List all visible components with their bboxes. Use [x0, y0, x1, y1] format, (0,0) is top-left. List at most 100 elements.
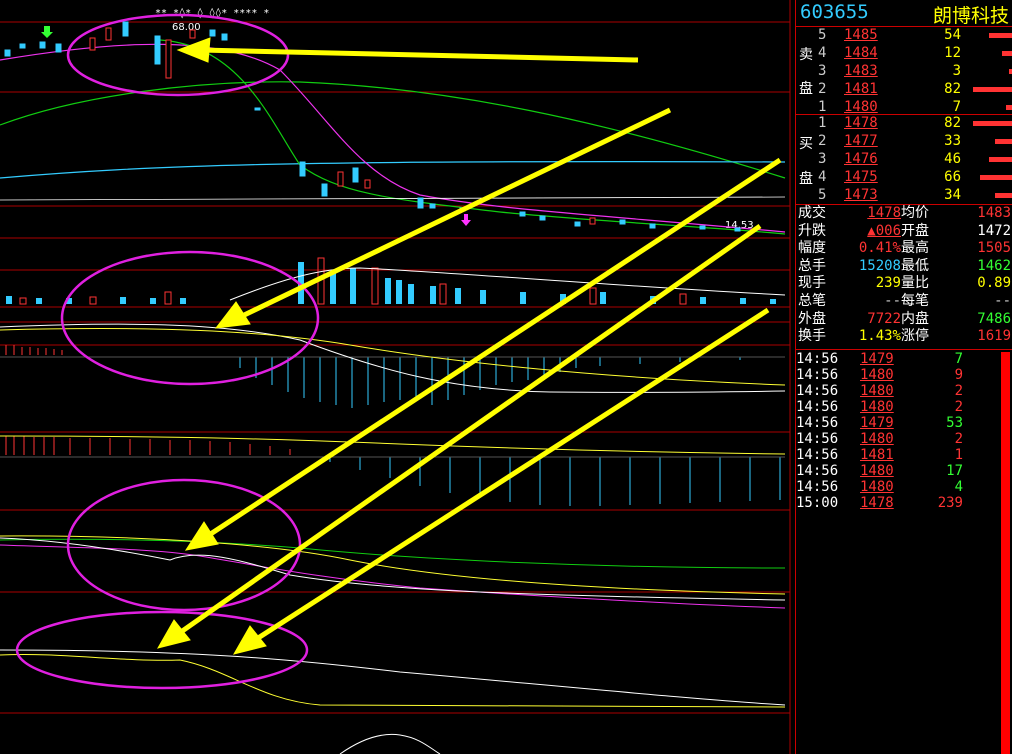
quote-row[interactable]: 成交 1478 均价 1483 [796, 205, 1012, 222]
buy-level: 3 [818, 151, 827, 167]
quote-label: 涨停 [901, 328, 929, 345]
quote-value: 1.43% [858, 328, 901, 345]
quote-row[interactable]: 外盘 7722 内盘 7486 [796, 311, 1012, 328]
quote-row[interactable]: 换手 1.43% 涨停 1619 [796, 328, 1012, 345]
quote-label: 最低 [901, 257, 929, 274]
quote-value: 1478 [867, 205, 901, 221]
quote-value: 1505 [977, 240, 1011, 257]
tick-row[interactable]: 14:56 1481 1 [796, 447, 1012, 464]
sell-level: 4 [818, 45, 827, 61]
buy-volume: 66 [944, 169, 961, 185]
tick-price: 1481 [860, 447, 894, 463]
tick-row[interactable]: 14:56 1480 17 [796, 463, 1012, 480]
tick-volume: 9 [954, 367, 963, 383]
quote-value: 0.41% [858, 240, 901, 257]
sell-order-row[interactable]: 5 1485 54 [796, 27, 1012, 44]
tick-row[interactable]: 14:56 1480 2 [796, 431, 1012, 448]
tick-price: 1480 [860, 399, 894, 415]
buy-order-row[interactable]: 5 1473 34 [796, 187, 1012, 204]
quote-label: 均价 [901, 205, 929, 221]
buy-volume: 33 [944, 133, 961, 149]
quote-value: -- [994, 293, 1011, 309]
quote-value: ▲006 [867, 222, 901, 239]
tick-volume: 53 [946, 415, 963, 431]
tick-row[interactable]: 14:56 1479 7 [796, 351, 1012, 368]
tick-price: 1480 [860, 367, 894, 383]
tick-price: 1479 [860, 415, 894, 431]
buy-volume-bar [995, 139, 1012, 144]
quote-label: 最高 [901, 240, 929, 257]
quote-label: 外盘 [798, 310, 826, 327]
quote-label: 总笔 [798, 293, 826, 309]
tick-row[interactable]: 14:56 1480 2 [796, 399, 1012, 416]
quote-label: 换手 [798, 328, 826, 345]
quote-value: 1462 [977, 257, 1011, 274]
kline-chart-area[interactable]: ** *◊* ◊ ◊◊* **** * 68.00 14.53 [0, 0, 795, 754]
sell-price: 1484 [844, 45, 878, 61]
quote-label: 幅度 [798, 240, 826, 257]
tick-volume: 2 [954, 431, 963, 447]
quote-value: -- [884, 293, 901, 309]
high-price-label: 68.00 [172, 22, 201, 33]
buy-level: 1 [818, 115, 827, 131]
sell-level: 3 [818, 63, 827, 79]
buy-volume: 46 [944, 151, 961, 167]
quote-row[interactable]: 总手 15208 最低 1462 [796, 258, 1012, 275]
tick-divider [796, 349, 1012, 350]
sell-level: 5 [818, 27, 827, 43]
sell-volume-bar [988, 33, 1012, 38]
buy-price: 1478 [844, 115, 878, 131]
buy-order-row[interactable]: 4 1475 66 [796, 169, 1012, 186]
quote-value: 7722 [867, 310, 901, 327]
tick-row[interactable]: 14:56 1479 53 [796, 415, 1012, 432]
buy-order-row[interactable]: 2 1477 33 [796, 133, 1012, 150]
sell-price: 1483 [844, 63, 878, 79]
quote-label: 开盘 [901, 222, 929, 239]
quote-row[interactable]: 现手 239 量比 0.89 [796, 275, 1012, 292]
tick-row[interactable]: 14:56 1480 9 [796, 367, 1012, 384]
tick-time: 14:56 [796, 463, 839, 479]
tick-time: 14:56 [796, 399, 839, 415]
buy-price: 1473 [844, 187, 878, 203]
quote-label: 升跌 [798, 222, 826, 239]
sell-volume: 3 [952, 63, 961, 79]
sell-order-row[interactable]: 3 1483 3 [796, 63, 1012, 80]
sell-volume-bar [1006, 105, 1012, 110]
stock-header: 603655 朗博科技 [796, 0, 1012, 27]
quote-row[interactable]: 幅度 0.41% 最高 1505 [796, 240, 1012, 257]
quote-row[interactable]: 总笔 -- 每笔 -- [796, 293, 1012, 310]
sell-volume-bar [1008, 69, 1012, 74]
tick-time: 15:00 [796, 495, 839, 511]
quote-row[interactable]: 升跌 ▲006 开盘 1472 [796, 223, 1012, 240]
sell-price: 1485 [844, 27, 878, 43]
quote-label: 每笔 [901, 293, 929, 309]
tick-time: 14:56 [796, 367, 839, 383]
tick-row[interactable]: 14:56 1480 2 [796, 383, 1012, 400]
stock-code[interactable]: 603655 [800, 1, 869, 23]
buy-price: 1475 [844, 169, 878, 185]
tick-time: 14:56 [796, 431, 839, 447]
sell-order-row[interactable]: 2 1481 82 [796, 81, 1012, 98]
tick-price: 1480 [860, 383, 894, 399]
tick-scrollbar[interactable] [1001, 352, 1010, 754]
buy-volume-bar [988, 157, 1012, 162]
tick-price: 1480 [860, 463, 894, 479]
tick-volume: 7 [954, 351, 963, 367]
tick-time: 14:56 [796, 479, 839, 495]
quote-panel: 603655 朗博科技 卖 盘 5 1485 54 4 1484 12 3 1483 3 2 148… [795, 0, 1012, 754]
tick-price: 1480 [860, 479, 894, 495]
quote-label: 成交 [798, 205, 826, 221]
tick-row[interactable]: 15:00 1478 239 [796, 495, 1012, 512]
quote-label: 总手 [798, 257, 826, 274]
sell-volume: 54 [944, 27, 961, 43]
quote-label: 内盘 [901, 310, 929, 327]
buy-order-row[interactable]: 1 1478 82 [796, 115, 1012, 132]
buy-order-row[interactable]: 3 1476 46 [796, 151, 1012, 168]
sell-order-row[interactable]: 4 1484 12 [796, 45, 1012, 62]
buy-level: 2 [818, 133, 827, 149]
buy-volume-bar [980, 175, 1012, 180]
stock-name[interactable]: 朗博科技 [933, 1, 1009, 28]
tick-volume: 17 [946, 463, 963, 479]
tick-time: 14:56 [796, 415, 839, 431]
tick-row[interactable]: 14:56 1480 4 [796, 479, 1012, 496]
